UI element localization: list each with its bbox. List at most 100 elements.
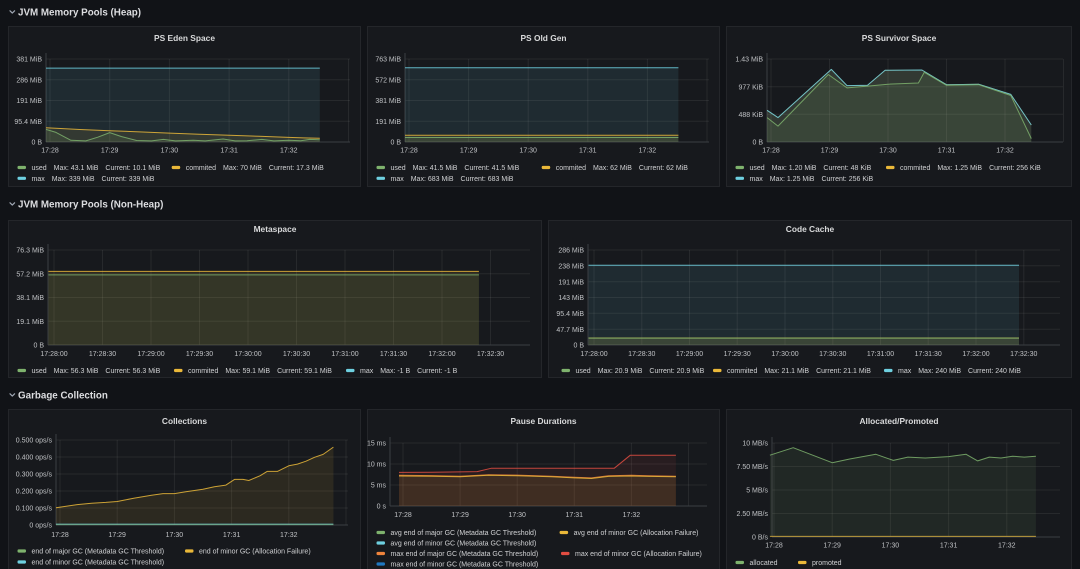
svg-text:17:31: 17:31 [566,512,584,519]
svg-text:17:29: 17:29 [821,148,839,155]
svg-text:17:32:00: 17:32:00 [962,351,989,358]
svg-text:17:30: 17:30 [879,148,897,155]
svg-text:10 MB/s: 10 MB/s [742,441,768,448]
svg-text:used Max: 56.3 MiB Current:: used Max: 56.3 MiB Current: 56.3 MiB [32,368,161,375]
svg-text:commited Max: 62 MiB Current: commited Max: 62 MiB Current: 62 MiB [556,165,689,172]
svg-text:17:32: 17:32 [996,148,1014,155]
svg-text:95.4 MiB: 95.4 MiB [14,119,42,126]
svg-text:17:31:00: 17:31:00 [867,351,894,358]
svg-text:used Max: 41.5 MiB Current:: used Max: 41.5 MiB Current: 41.5 MiB [391,165,520,172]
svg-text:end of minor GC (Metadata GC T: end of minor GC (Metadata GC Threshold) [32,560,165,567]
svg-text:max Max: 339 MiB Current: 33: max Max: 339 MiB Current: 339 MiB [32,176,155,183]
svg-text:17:31: 17:31 [223,532,241,539]
svg-text:0 B: 0 B [33,343,44,350]
svg-text:17:31: 17:31 [579,148,597,155]
svg-text:max end of minor GC (Allocatio: max end of minor GC (Allocation Failure) [575,551,702,558]
svg-text:1.43 MiB: 1.43 MiB [735,57,763,64]
svg-text:end of minor GC (Allocation Fa: end of minor GC (Allocation Failure) [199,549,311,556]
svg-text:17:28: 17:28 [762,148,780,155]
svg-text:17:32: 17:32 [280,532,298,539]
svg-text:17:29:30: 17:29:30 [724,351,751,358]
svg-text:17:32: 17:32 [998,543,1016,550]
svg-text:JVM Memory Pools (Non-Heap): JVM Memory Pools (Non-Heap) [18,200,163,211]
svg-text:17:32: 17:32 [280,148,298,155]
svg-text:17:30:00: 17:30:00 [234,351,261,358]
svg-text:95.4 MiB: 95.4 MiB [556,311,584,318]
svg-text:17:28:00: 17:28:00 [40,351,67,358]
svg-text:Metaspace: Metaspace [254,224,297,234]
svg-text:238 MiB: 238 MiB [558,263,584,270]
svg-text:5 ms: 5 ms [371,483,387,490]
svg-text:17:32: 17:32 [639,148,657,155]
svg-text:488 KiB: 488 KiB [738,112,763,119]
svg-text:17:31:30: 17:31:30 [380,351,407,358]
svg-text:2.50 MB/s: 2.50 MB/s [736,511,768,518]
svg-text:17:31: 17:31 [220,148,238,155]
svg-text:avg end of minor GC (Allocatio: avg end of minor GC (Allocation Failure) [574,530,699,537]
svg-text:used Max: 1.20 MiB Current:: used Max: 1.20 MiB Current: 48 KiB [750,165,872,172]
svg-text:max end of major GC (Metadata: max end of major GC (Metadata GC Thresho… [391,551,539,558]
svg-text:0.300 ops/s: 0.300 ops/s [16,472,53,479]
svg-text:0 B/s: 0 B/s [752,535,768,542]
svg-text:17:28:00: 17:28:00 [580,351,607,358]
svg-text:381 MiB: 381 MiB [375,98,401,105]
svg-text:286 MiB: 286 MiB [16,77,42,84]
svg-text:38.1 MiB: 38.1 MiB [16,295,44,302]
svg-text:15 ms: 15 ms [367,441,387,448]
svg-text:17:29: 17:29 [108,532,126,539]
svg-text:17:30: 17:30 [161,148,179,155]
svg-text:17:32:30: 17:32:30 [1010,351,1037,358]
svg-text:17:28: 17:28 [765,543,783,550]
svg-text:allocated: allocated [750,560,778,567]
svg-text:763 MiB: 763 MiB [375,57,401,64]
svg-text:17:28: 17:28 [394,512,412,519]
svg-text:PS Old Gen: PS Old Gen [520,33,566,43]
svg-text:572 MiB: 572 MiB [375,77,401,84]
svg-text:17:32: 17:32 [623,512,641,519]
svg-text:17:29: 17:29 [460,148,478,155]
svg-text:0 B: 0 B [573,343,584,350]
svg-text:47.7 MiB: 47.7 MiB [556,327,584,334]
svg-text:10 ms: 10 ms [367,462,387,469]
svg-text:76.3 MiB: 76.3 MiB [16,248,44,255]
svg-text:17:28: 17:28 [400,148,418,155]
svg-text:17:30:00: 17:30:00 [771,351,798,358]
svg-text:5 MB/s: 5 MB/s [746,488,768,495]
svg-text:17:28: 17:28 [51,532,69,539]
svg-text:commited Max: 21.1 MiB Curre: commited Max: 21.1 MiB Current: 21.1 MiB [727,368,871,375]
svg-text:17:30: 17:30 [166,532,184,539]
svg-text:max Max: -1 B Current: -1 B: max Max: -1 B Current: -1 B [360,368,458,375]
svg-text:19.1 MiB: 19.1 MiB [16,319,44,326]
svg-text:avg end of minor GC (Metadata: avg end of minor GC (Metadata GC Thresho… [391,541,537,548]
svg-text:17:31:30: 17:31:30 [915,351,942,358]
svg-text:17:28:30: 17:28:30 [628,351,655,358]
svg-text:381 MiB: 381 MiB [16,57,42,64]
svg-text:17:32:30: 17:32:30 [477,351,504,358]
svg-text:17:31: 17:31 [938,148,956,155]
svg-text:0.200 ops/s: 0.200 ops/s [16,489,53,496]
svg-text:0 s: 0 s [377,504,387,511]
svg-text:191 MiB: 191 MiB [558,279,584,286]
svg-text:0 ops/s: 0 ops/s [29,523,52,530]
svg-text:0 B: 0 B [390,140,401,147]
svg-text:17:28: 17:28 [41,148,59,155]
svg-text:Garbage Collection: Garbage Collection [18,391,108,402]
svg-text:max Max: 1.25 MiB Current: 2: max Max: 1.25 MiB Current: 256 KiB [750,176,874,183]
svg-text:end of major GC (Metadata GC T: end of major GC (Metadata GC Threshold) [32,549,165,556]
svg-text:17:29: 17:29 [451,512,469,519]
svg-text:191 MiB: 191 MiB [16,98,42,105]
svg-text:17:29:00: 17:29:00 [137,351,164,358]
svg-text:17:30: 17:30 [882,543,900,550]
svg-text:17:30:30: 17:30:30 [819,351,846,358]
svg-text:0.500 ops/s: 0.500 ops/s [16,438,53,445]
svg-text:17:29:00: 17:29:00 [676,351,703,358]
svg-text:used Max: 43.1 MiB Current:: used Max: 43.1 MiB Current: 10.1 MiB [32,165,161,172]
svg-text:0.400 ops/s: 0.400 ops/s [16,455,53,462]
svg-text:max end of minor GC (Metadata: max end of minor GC (Metadata GC Thresho… [391,562,539,569]
svg-text:Pause Durations: Pause Durations [510,416,576,426]
svg-text:17:32:00: 17:32:00 [428,351,455,358]
svg-text:57.2 MiB: 57.2 MiB [16,271,44,278]
svg-text:used Max: 20.9 MiB Current:: used Max: 20.9 MiB Current: 20.9 MiB [576,368,705,375]
svg-text:17:29: 17:29 [823,543,841,550]
svg-text:17:29: 17:29 [101,148,119,155]
